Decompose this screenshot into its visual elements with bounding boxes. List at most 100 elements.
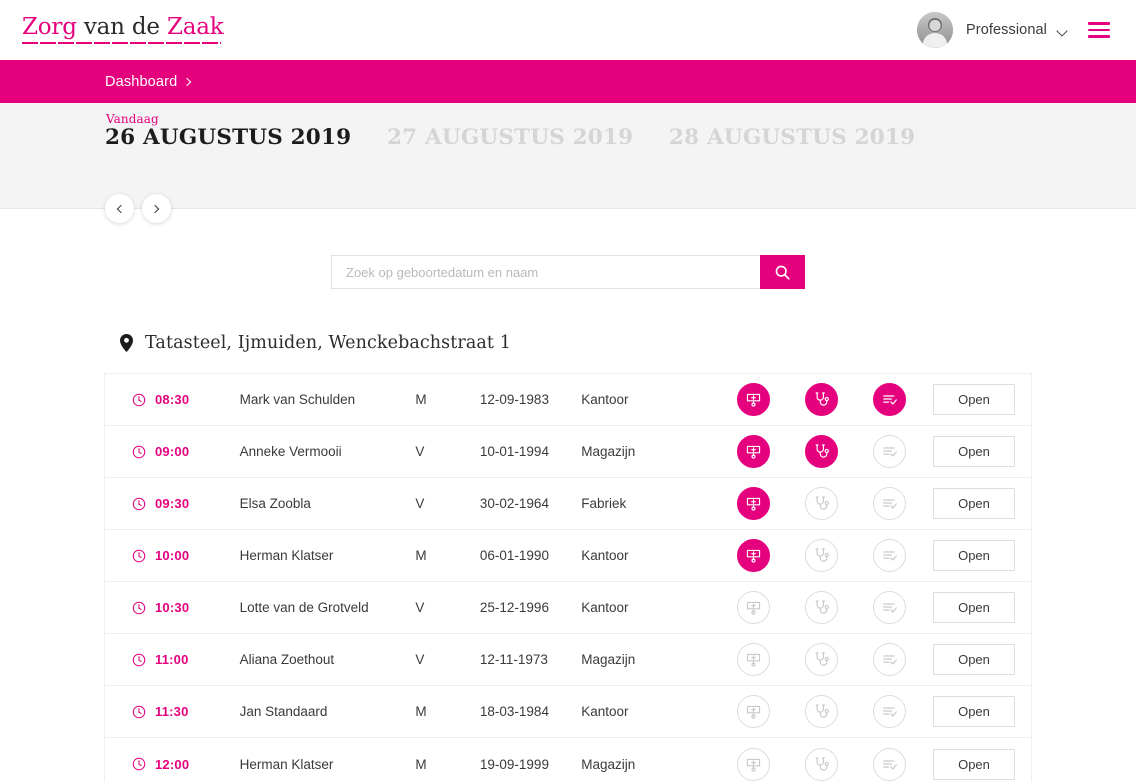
- status-icons: [734, 487, 933, 520]
- clock-icon: [132, 705, 146, 718]
- open-button[interactable]: Open: [932, 748, 1015, 780]
- user-account-area[interactable]: Professional: [917, 12, 1110, 48]
- screening-icon[interactable]: [736, 435, 770, 468]
- stethoscope-icon[interactable]: [804, 383, 838, 416]
- patient-gender: V: [415, 444, 425, 459]
- table-row[interactable]: 11:00 Aliana Zoethout V 12-11-1973 Magazijn O…: [105, 634, 1031, 686]
- avatar[interactable]: [917, 12, 953, 48]
- date-nav-buttons: [105, 194, 171, 223]
- screening-icon[interactable]: [736, 643, 770, 676]
- patient-department: Magazijn: [581, 756, 636, 772]
- table-row[interactable]: 12:00 Herman Klatser M 19-09-1999 Magazijn Op…: [105, 738, 1031, 782]
- brand-logo[interactable]: Zorg van de Zaak: [22, 14, 224, 44]
- table-row[interactable]: 09:00 Anneke Vermooii V 10-01-1994 Magazijn O…: [105, 426, 1031, 478]
- search-input[interactable]: [331, 255, 760, 289]
- appointment-time: 11:00: [132, 652, 240, 667]
- appointment-time: 09:00: [132, 444, 240, 459]
- table-row[interactable]: 10:30 Lotte van de Grotveld V 25-12-1996 Kan…: [105, 582, 1031, 634]
- checklist-icon[interactable]: [872, 383, 906, 416]
- stethoscope-icon[interactable]: [804, 695, 838, 728]
- checklist-icon[interactable]: [872, 435, 906, 468]
- location-header: Tatasteel, Ijmuiden, Wenckebachstraat 1: [120, 333, 1136, 353]
- checklist-icon[interactable]: [872, 695, 906, 728]
- map-pin-icon: [120, 334, 133, 352]
- screening-icon[interactable]: [736, 383, 770, 416]
- screening-icon[interactable]: [736, 591, 770, 624]
- table-row[interactable]: 08:30 Mark van Schulden M 12-09-1983 Kantoor…: [105, 374, 1031, 426]
- appointments-table: 08:30 Mark van Schulden M 12-09-1983 Kantoor…: [105, 374, 1031, 782]
- appointment-time: 10:00: [132, 548, 240, 563]
- screening-icon[interactable]: [736, 747, 770, 781]
- stethoscope-icon[interactable]: [804, 747, 838, 781]
- table-row[interactable]: 09:30 Elsa Zoobla V 30-02-1964 Fabriek Open: [105, 478, 1031, 530]
- stethoscope-icon[interactable]: [804, 435, 838, 468]
- open-button[interactable]: Open: [932, 592, 1015, 623]
- patient-gender: M: [415, 704, 427, 719]
- breadcrumb-label: Dashboard: [105, 73, 178, 90]
- search-box: [331, 255, 805, 289]
- patient-name: Lotte van de Grotveld: [239, 600, 369, 615]
- clock-icon: [132, 445, 146, 458]
- user-role-label: Professional: [966, 22, 1047, 38]
- appointment-time: 11:30: [132, 704, 240, 719]
- stethoscope-icon[interactable]: [804, 539, 838, 572]
- screening-icon[interactable]: [736, 695, 770, 728]
- patient-gender: V: [415, 600, 425, 615]
- search-area: [0, 255, 1136, 289]
- chevron-right-icon[interactable]: [142, 194, 171, 223]
- open-button[interactable]: Open: [932, 540, 1015, 571]
- checklist-icon[interactable]: [872, 591, 906, 624]
- clock-icon: [132, 497, 146, 510]
- stethoscope-icon[interactable]: [804, 643, 838, 676]
- open-cell: Open: [932, 384, 1015, 415]
- patient-name: Herman Klatser: [239, 756, 334, 772]
- chevron-left-icon[interactable]: [105, 194, 134, 223]
- time-text: 12:00: [155, 756, 190, 772]
- time-text: 11:00: [155, 652, 189, 667]
- chevron-down-icon[interactable]: [1057, 27, 1068, 34]
- patient-birthdate: 18-03-1984: [479, 704, 549, 719]
- date-item-next-1[interactable]: 27 AUGUSTUS 2019: [387, 125, 669, 150]
- time-text: 09:00: [155, 444, 190, 459]
- checklist-icon[interactable]: [872, 539, 906, 572]
- breadcrumb-dashboard-link[interactable]: Dashboard: [105, 73, 192, 90]
- checklist-icon[interactable]: [872, 747, 906, 781]
- open-button[interactable]: Open: [932, 644, 1015, 675]
- stethoscope-icon[interactable]: [804, 487, 838, 520]
- patient-birthdate: 06-01-1990: [479, 548, 549, 563]
- appointment-time: 09:30: [132, 496, 240, 511]
- patient-gender: M: [415, 756, 427, 772]
- open-cell: Open: [932, 592, 1015, 623]
- screening-icon[interactable]: [736, 539, 770, 572]
- open-cell: Open: [932, 696, 1015, 727]
- date-item-today[interactable]: Vandaag 26 AUGUSTUS 2019: [105, 112, 387, 150]
- checklist-icon[interactable]: [872, 643, 906, 676]
- screening-icon[interactable]: [736, 487, 770, 520]
- open-button[interactable]: Open: [932, 436, 1015, 467]
- location-label: Tatasteel, Ijmuiden, Wenckebachstraat 1: [145, 333, 511, 353]
- patient-department: Kantoor: [581, 548, 629, 563]
- checklist-icon[interactable]: [872, 487, 906, 520]
- open-button[interactable]: Open: [932, 696, 1015, 727]
- clock-icon: [132, 393, 146, 406]
- open-button[interactable]: Open: [932, 384, 1015, 415]
- table-row[interactable]: 10:00 Herman Klatser M 06-01-1990 Kantoor Ope…: [105, 530, 1031, 582]
- logo-text-vande: van de: [76, 14, 167, 40]
- patient-birthdate: 12-11-1973: [479, 652, 548, 667]
- today-label: Vandaag: [106, 112, 159, 126]
- clock-icon: [132, 757, 146, 771]
- status-icons: [734, 383, 933, 416]
- patient-name: Mark van Schulden: [239, 392, 356, 407]
- hamburger-menu-icon[interactable]: [1088, 22, 1110, 38]
- patient-birthdate: 30-02-1964: [479, 496, 549, 511]
- time-text: 09:30: [155, 496, 190, 511]
- search-button[interactable]: [760, 255, 805, 289]
- date-item-next-2[interactable]: 28 AUGUSTUS 2019: [669, 125, 915, 150]
- stethoscope-icon[interactable]: [804, 591, 838, 624]
- open-button[interactable]: Open: [932, 488, 1015, 519]
- patient-department: Fabriek: [581, 496, 627, 511]
- date-label: 26 AUGUSTUS 2019: [105, 125, 352, 150]
- patient-birthdate: 10-01-1994: [479, 444, 549, 459]
- patient-gender: V: [415, 652, 425, 667]
- table-row[interactable]: 11:30 Jan Standaard M 18-03-1984 Kantoor Open: [105, 686, 1031, 738]
